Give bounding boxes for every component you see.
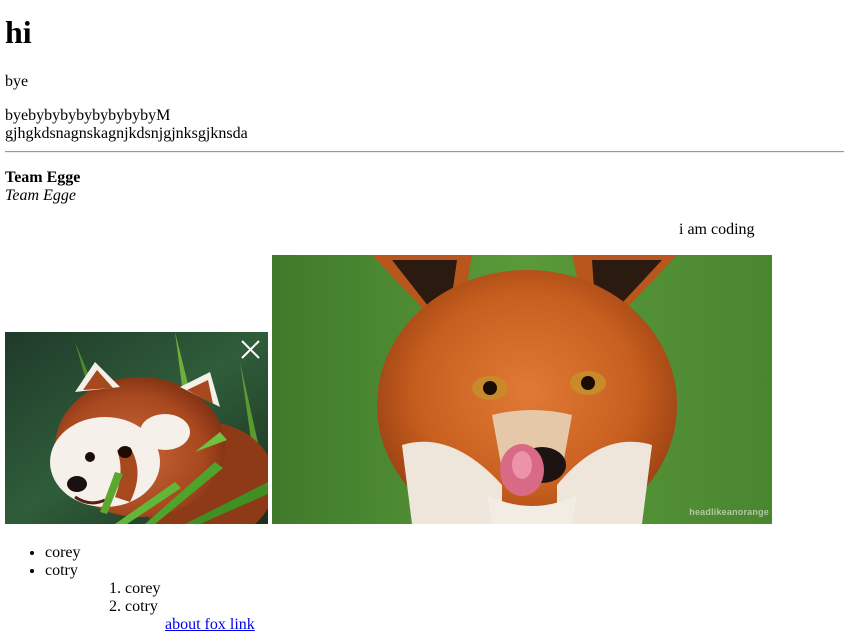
- ordered-list: corey cotry: [125, 580, 161, 616]
- long-text-paragraph: byebybybybybybybybyM gjhgkdsnagnskagnjkd…: [5, 107, 248, 143]
- fox-watermark: headlikeanorange: [689, 507, 769, 517]
- long-text-line-2: gjhgkdsnagnskagnjkdsnjgjnksgjknsda: [5, 125, 248, 142]
- red-panda-illustration: [5, 332, 268, 524]
- red-panda-image: [5, 332, 268, 524]
- fox-image: headlikeanorange: [272, 255, 772, 524]
- list-item: corey: [125, 580, 161, 598]
- horizontal-rule: [5, 151, 844, 153]
- long-text-line-1: byebybybybybybybybyM: [5, 107, 171, 124]
- page: hi bye byebybybybybybybybyM gjhgkdsnagns…: [0, 0, 844, 643]
- team-name-bold: Team Egge: [5, 169, 81, 186]
- list-item: cotry: [125, 598, 161, 616]
- fox-illustration: [272, 255, 772, 524]
- page-heading: hi: [5, 14, 32, 50]
- bye-paragraph: bye: [5, 73, 29, 90]
- coding-text: i am coding: [679, 221, 755, 238]
- about-fox-link[interactable]: about fox link: [165, 616, 255, 634]
- unordered-list: corey cotry: [45, 544, 81, 580]
- team-name-italic: Team Egge: [5, 187, 76, 204]
- list-item: cotry: [45, 562, 81, 580]
- list-item: corey: [45, 544, 81, 562]
